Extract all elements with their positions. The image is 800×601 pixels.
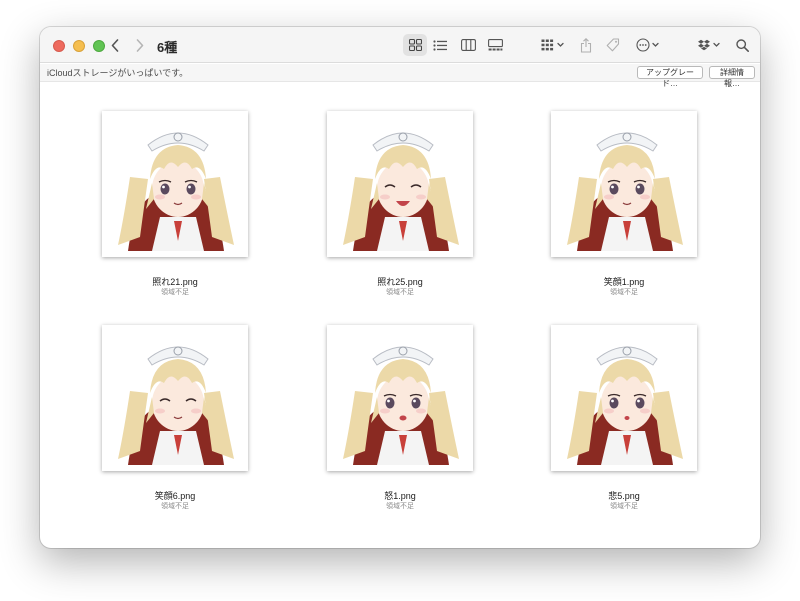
action-icon — [636, 38, 659, 52]
details-button[interactable]: 詳細情報… — [709, 66, 755, 88]
search-icon — [735, 38, 749, 52]
gallery-view-icon — [487, 39, 503, 51]
column-view-button[interactable] — [460, 38, 476, 52]
tag-icon — [606, 38, 620, 52]
list-view-icon — [433, 39, 447, 51]
forward-button[interactable] — [133, 37, 147, 53]
file-status: 領域不足 — [386, 503, 414, 510]
file-thumbnail[interactable] — [327, 111, 473, 257]
icloud-storage-banner: iCloudストレージがいっぱいです。 アップグレード… 詳細情報… — [40, 64, 760, 88]
file-status: 領域不足 — [161, 503, 189, 510]
group-icon — [541, 39, 564, 51]
column-view-icon — [460, 39, 476, 51]
image-preview — [333, 117, 467, 251]
file-status: 領域不足 — [610, 503, 638, 510]
file-thumbnail[interactable] — [327, 325, 473, 471]
file-status: 領域不足 — [610, 289, 638, 296]
image-preview — [333, 331, 467, 465]
share-button[interactable] — [579, 36, 593, 54]
upgrade-button[interactable]: アップグレード… — [637, 66, 703, 88]
finder-window: 6種 iCloudストレージがいっぱいです。 アップグレード… 詳細情報… 照れ… — [40, 27, 760, 548]
file-status: 領域不足 — [386, 289, 414, 296]
banner-message: iCloudストレージがいっぱいです。 — [47, 68, 189, 78]
dropbox-icon — [698, 39, 720, 51]
file-status: 領域不足 — [161, 289, 189, 296]
share-icon — [580, 37, 592, 53]
image-preview — [108, 331, 242, 465]
search-button[interactable] — [734, 37, 750, 53]
tag-button[interactable] — [605, 37, 621, 53]
gallery-view-button[interactable] — [486, 38, 504, 52]
file-thumbnail[interactable] — [551, 111, 697, 257]
image-preview — [108, 117, 242, 251]
list-view-button[interactable] — [432, 38, 448, 52]
icon-view-button[interactable] — [407, 38, 423, 52]
group-button[interactable] — [540, 38, 566, 52]
back-chevron-icon — [111, 38, 119, 52]
file-thumbnail[interactable] — [102, 111, 248, 257]
forward-chevron-icon — [136, 38, 144, 52]
close-button[interactable] — [53, 40, 65, 52]
back-button[interactable] — [108, 37, 122, 53]
minimize-button[interactable] — [73, 40, 85, 52]
action-button[interactable] — [635, 37, 661, 53]
image-preview — [557, 331, 691, 465]
dropbox-button[interactable] — [697, 38, 723, 52]
toolbar: 6種 — [40, 27, 760, 63]
maximize-button[interactable] — [93, 40, 105, 52]
image-preview — [557, 117, 691, 251]
icon-view-icon — [408, 39, 422, 51]
file-thumbnail[interactable] — [102, 325, 248, 471]
file-thumbnail[interactable] — [551, 325, 697, 471]
window-title: 6種 — [157, 40, 178, 55]
